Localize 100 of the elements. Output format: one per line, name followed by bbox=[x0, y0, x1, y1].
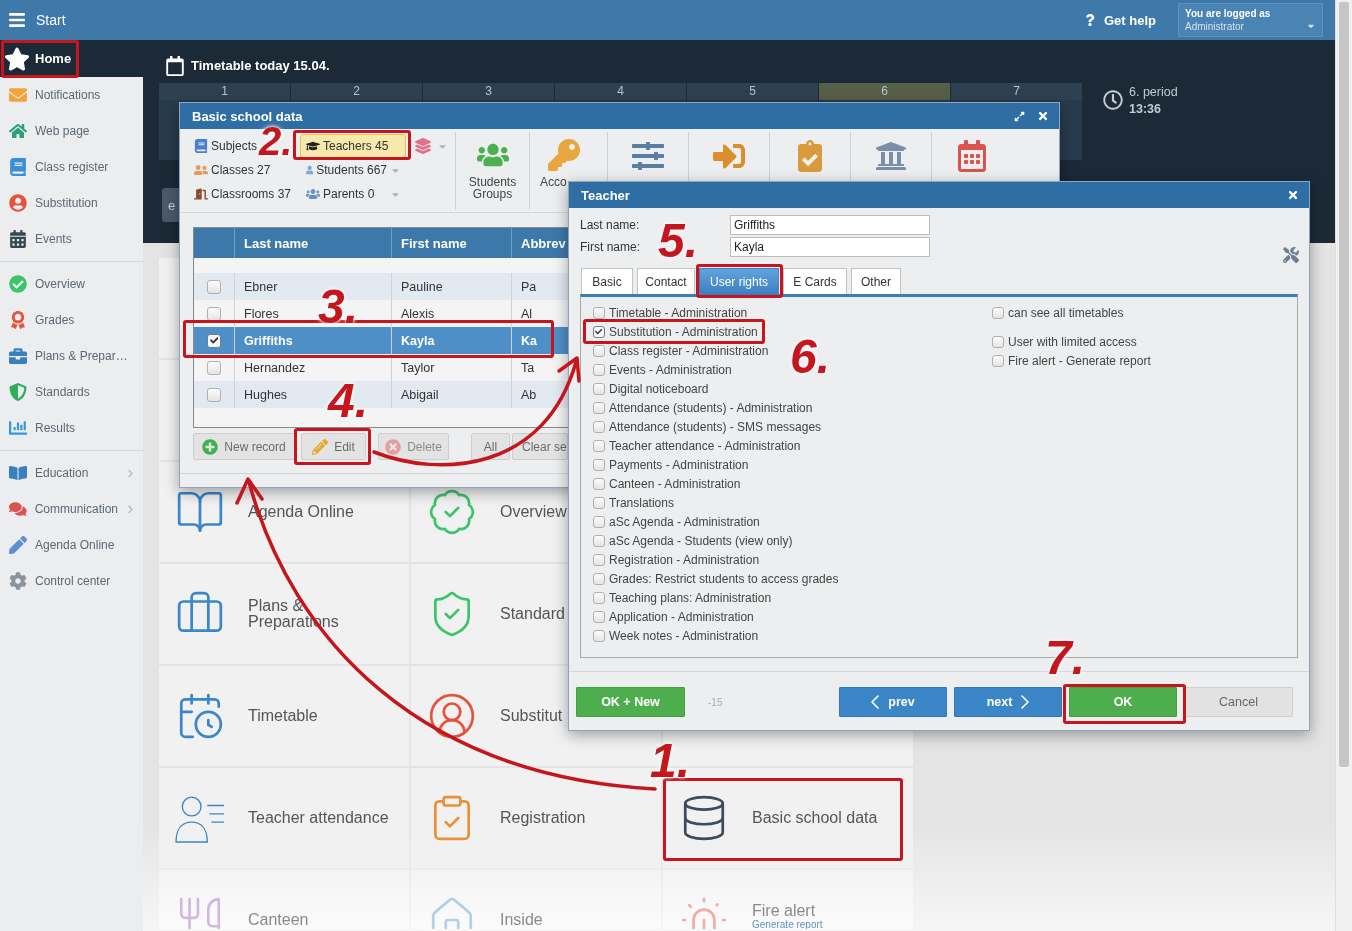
app-tile[interactable]: Inside bbox=[411, 870, 661, 929]
checkbox[interactable] bbox=[593, 629, 605, 642]
tab[interactable]: E Cards bbox=[783, 268, 847, 294]
checkbox[interactable] bbox=[593, 439, 605, 452]
checkbox[interactable] bbox=[207, 360, 221, 375]
sliders-icon[interactable] bbox=[632, 140, 664, 172]
checkbox[interactable] bbox=[593, 420, 605, 433]
checkbox[interactable] bbox=[593, 382, 605, 395]
sidebar-item[interactable]: Substitution bbox=[0, 185, 143, 221]
next-button[interactable]: next bbox=[954, 687, 1062, 717]
checkbox[interactable] bbox=[593, 401, 605, 414]
table-cell[interactable]: Ta bbox=[521, 360, 535, 375]
sidebar-item[interactable]: Web page bbox=[0, 113, 143, 149]
menu-icon[interactable] bbox=[8, 11, 26, 29]
toolbar-link[interactable]: Parents 0 bbox=[300, 182, 406, 206]
user-menu-button[interactable]: You are logged as Administrator bbox=[1178, 3, 1323, 37]
table-cell[interactable]: Abigail bbox=[401, 387, 439, 402]
scrollbar-thumb[interactable] bbox=[1339, 2, 1349, 767]
toolbar-link[interactable]: Students 667 bbox=[300, 158, 406, 182]
toolbar-link[interactable]: Classrooms 37 bbox=[193, 182, 293, 206]
checkbox[interactable] bbox=[593, 306, 605, 319]
sidebar-item[interactable]: Class register bbox=[0, 149, 143, 185]
expand-icon[interactable] bbox=[1014, 110, 1025, 122]
table-cell[interactable]: Ebner bbox=[244, 279, 278, 294]
text-input[interactable]: Griffiths bbox=[730, 215, 930, 235]
checkbox[interactable] bbox=[992, 306, 1004, 319]
table-cell[interactable]: Griffiths bbox=[244, 333, 293, 348]
sidebar-item[interactable]: Education bbox=[0, 455, 143, 491]
table-cell[interactable]: Al bbox=[521, 306, 533, 321]
checkbox[interactable] bbox=[593, 325, 605, 338]
edit-button[interactable]: Edit bbox=[301, 433, 366, 460]
checkbox[interactable] bbox=[593, 515, 605, 528]
ok-button[interactable]: OK bbox=[1069, 687, 1177, 717]
prev-button[interactable]: prev bbox=[839, 687, 947, 717]
sidebar-item[interactable]: Communication bbox=[0, 491, 143, 527]
app-tile[interactable]: Canteen bbox=[159, 870, 409, 929]
checkbox[interactable] bbox=[207, 306, 221, 321]
checkbox[interactable] bbox=[593, 610, 605, 623]
tab[interactable]: User rights bbox=[699, 268, 779, 294]
table-cell[interactable]: Hughes bbox=[244, 387, 288, 402]
sidebar-item[interactable]: Notifications bbox=[0, 77, 143, 113]
toolbar-link[interactable]: Classes 27 bbox=[193, 158, 272, 182]
checkbox[interactable] bbox=[593, 496, 605, 509]
sidebar-item[interactable]: Control center bbox=[0, 563, 143, 599]
help-link[interactable]: Get help bbox=[1104, 12, 1156, 28]
text-input[interactable]: Kayla bbox=[730, 237, 930, 257]
checkbox-label: Timetable - Administration bbox=[609, 305, 748, 320]
sidebar-item[interactable]: Standards bbox=[0, 374, 143, 410]
tab[interactable]: Contact bbox=[637, 268, 695, 294]
checkbox[interactable] bbox=[207, 387, 221, 402]
person-circle-icon bbox=[427, 691, 477, 741]
layers-icon[interactable] bbox=[415, 138, 431, 154]
app-tile[interactable]: Timetable bbox=[159, 666, 409, 766]
checkbox[interactable] bbox=[207, 333, 221, 348]
checkbox[interactable] bbox=[593, 553, 605, 566]
checkbox[interactable] bbox=[593, 534, 605, 547]
ok-new-button[interactable]: OK + New bbox=[576, 687, 685, 717]
sidebar-item[interactable]: Home bbox=[0, 40, 143, 77]
table-cell[interactable]: Ab bbox=[521, 387, 537, 402]
sidebar-item[interactable]: Events bbox=[0, 221, 143, 257]
sidebar-item[interactable]: Results bbox=[0, 410, 143, 446]
checkbox[interactable] bbox=[593, 458, 605, 471]
sidebar-item[interactable]: Plans & Prepar… bbox=[0, 338, 143, 374]
table-cell[interactable]: Ka bbox=[521, 333, 537, 348]
new-record-button[interactable]: New record bbox=[193, 433, 295, 460]
tab[interactable]: Basic bbox=[581, 268, 633, 294]
table-cell[interactable]: Hernandez bbox=[244, 360, 306, 375]
table-cell[interactable]: Flores bbox=[244, 306, 279, 321]
close-icon[interactable] bbox=[1287, 189, 1299, 201]
shield-icon bbox=[9, 383, 27, 401]
app-tile[interactable]: Teacher attendance bbox=[159, 768, 409, 868]
calendar-icon bbox=[165, 56, 185, 76]
toolbar-link[interactable]: Subjects bbox=[193, 134, 259, 158]
toolbar-link[interactable]: Teachers 45 bbox=[300, 134, 406, 158]
checkbox[interactable] bbox=[593, 363, 605, 376]
checkbox[interactable] bbox=[992, 354, 1004, 367]
calendar-icon[interactable] bbox=[956, 140, 988, 172]
sidebar-item[interactable]: Overview bbox=[0, 266, 143, 302]
side-button[interactable]: e bbox=[162, 188, 179, 222]
checkbox[interactable] bbox=[992, 335, 1004, 348]
checkbox[interactable] bbox=[593, 591, 605, 604]
close-icon[interactable] bbox=[1037, 110, 1049, 122]
tab[interactable]: Other bbox=[851, 268, 901, 294]
checkbox[interactable] bbox=[593, 344, 605, 357]
table-cell[interactable]: Kayla bbox=[401, 333, 435, 348]
checkbox[interactable] bbox=[207, 279, 221, 294]
checkbox-label: Class register - Administration bbox=[609, 343, 769, 358]
checkbox[interactable] bbox=[593, 572, 605, 585]
cancel-button[interactable]: Cancel bbox=[1184, 687, 1293, 717]
table-cell[interactable]: Pauline bbox=[401, 279, 443, 294]
sidebar-item[interactable]: Agenda Online bbox=[0, 527, 143, 563]
table-cell[interactable]: Alexis bbox=[401, 306, 435, 321]
sidebar-item[interactable]: Grades bbox=[0, 302, 143, 338]
toolbar-button[interactable]: Students Groups bbox=[456, 129, 529, 212]
table-cell[interactable]: Taylor bbox=[401, 360, 435, 375]
checkbox[interactable] bbox=[593, 477, 605, 490]
building-icon[interactable] bbox=[875, 140, 907, 172]
table-cell[interactable]: Pa bbox=[521, 279, 537, 294]
clear-button[interactable]: Clear se bbox=[512, 433, 568, 460]
tools-icon[interactable] bbox=[1283, 247, 1299, 263]
